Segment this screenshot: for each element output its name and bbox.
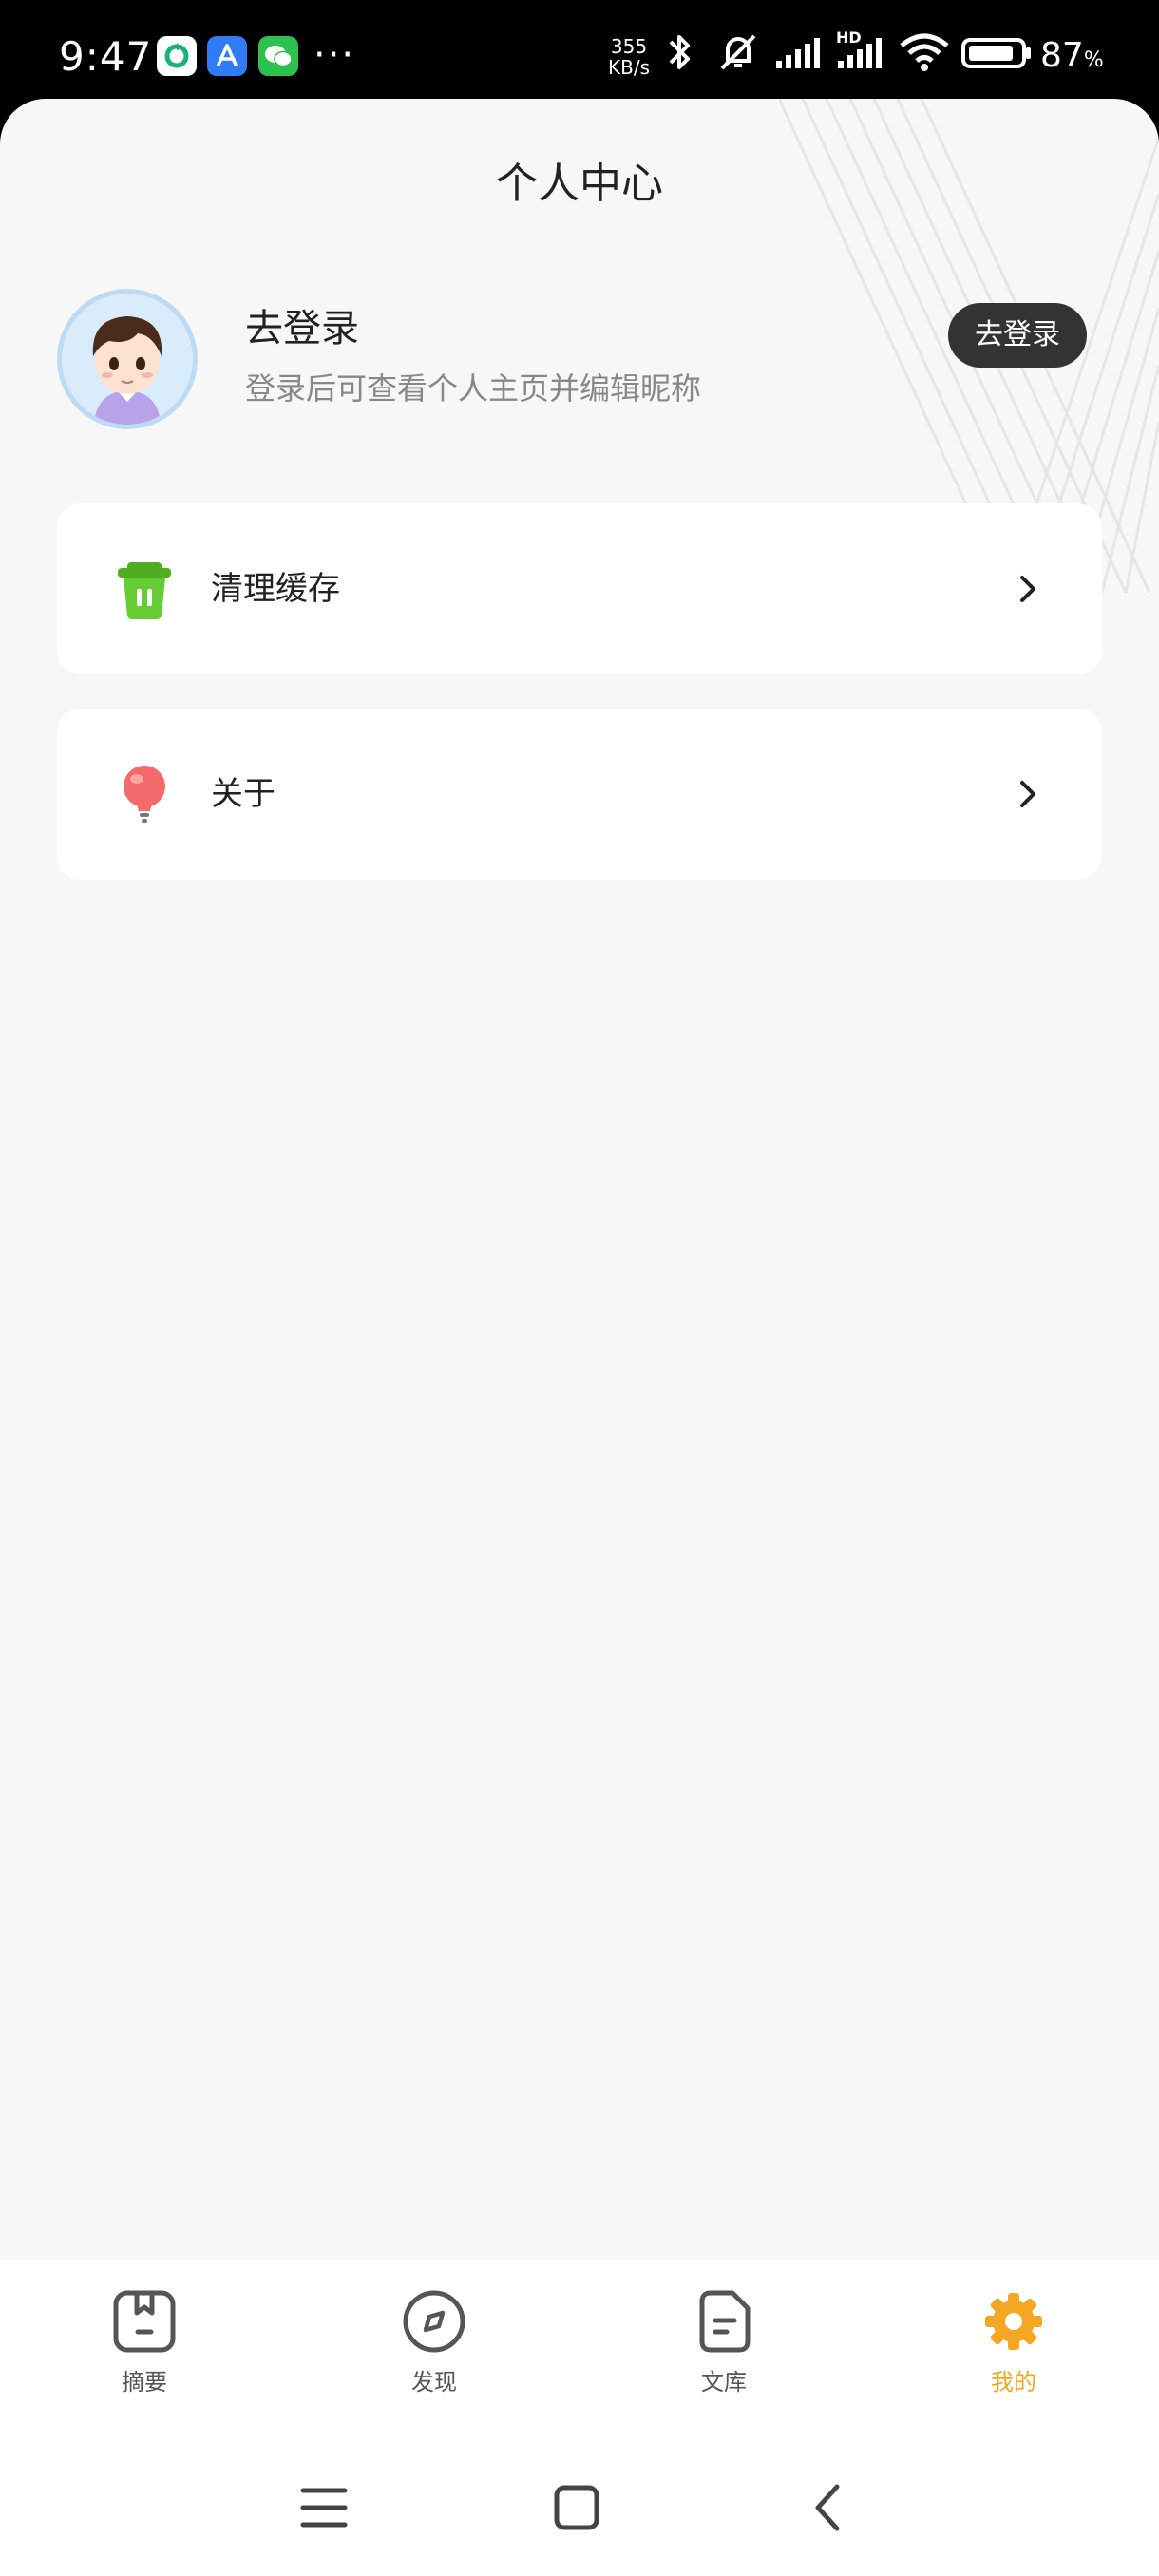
battery-icon (961, 38, 1031, 68)
user-subtitle: 登录后可查看个人主页并编辑昵称 (245, 370, 702, 407)
tab-summary-label: 摘要 (122, 2369, 167, 2396)
menu-icon[interactable] (295, 2479, 352, 2536)
document-icon (699, 2290, 750, 2353)
mute-bell-icon (720, 34, 756, 70)
status-bar: 9:47 ··· 355 KB/s HD 87% (0, 0, 1159, 104)
tab-discover[interactable]: 发现 (339, 2288, 529, 2412)
compass-icon (403, 2290, 466, 2353)
page-title: 个人中心 (496, 160, 663, 208)
signal-strength-icon (776, 38, 820, 68)
bluetooth-icon (669, 35, 690, 69)
light-bulb-icon (124, 766, 165, 823)
avatar[interactable] (57, 289, 198, 429)
clear-cache-item[interactable]: 清理缓存 (57, 503, 1102, 674)
wifi-icon (900, 33, 949, 71)
tab-discover-label: 发现 (411, 2369, 457, 2396)
tab-library-label: 文库 (701, 2369, 747, 2396)
chevron-right-icon (1020, 781, 1036, 807)
sync-app-icon (157, 36, 197, 76)
bottom-tab-bar: 摘要 发现 文库 我的 (0, 2260, 1159, 2445)
tab-mine-label: 我的 (991, 2369, 1036, 2396)
user-name[interactable]: 去登录 (245, 302, 359, 355)
trash-can-icon (118, 562, 171, 619)
network-speed: 355 KB/s (608, 35, 650, 79)
login-button[interactable]: 去登录 (948, 303, 1087, 368)
overflow-dots-icon: ··· (314, 33, 356, 77)
home-icon[interactable] (548, 2479, 605, 2536)
app-store-icon (207, 36, 247, 76)
about-label: 关于 (211, 775, 276, 813)
signal-strength-icon-2 (838, 38, 882, 68)
back-icon[interactable] (801, 2479, 858, 2536)
tab-summary[interactable]: 摘要 (49, 2288, 239, 2412)
system-nav-bar (0, 2445, 1159, 2576)
chevron-right-icon (1020, 576, 1036, 602)
profile-page: 个人中心 去登录 登录后可查看个人主页并编辑昵称 去登录 清理缓存 关于 (0, 99, 1159, 2260)
tab-mine[interactable]: 我的 (919, 2288, 1109, 2412)
gear-icon (985, 2293, 1042, 2350)
about-item[interactable]: 关于 (57, 709, 1102, 880)
clear-cache-label: 清理缓存 (211, 570, 340, 608)
bookmark-book-icon (113, 2290, 176, 2353)
wechat-icon (258, 36, 298, 76)
status-time: 9:47 (59, 33, 153, 80)
tab-library[interactable]: 文库 (629, 2288, 819, 2412)
battery-percent: 87% (1040, 36, 1104, 75)
